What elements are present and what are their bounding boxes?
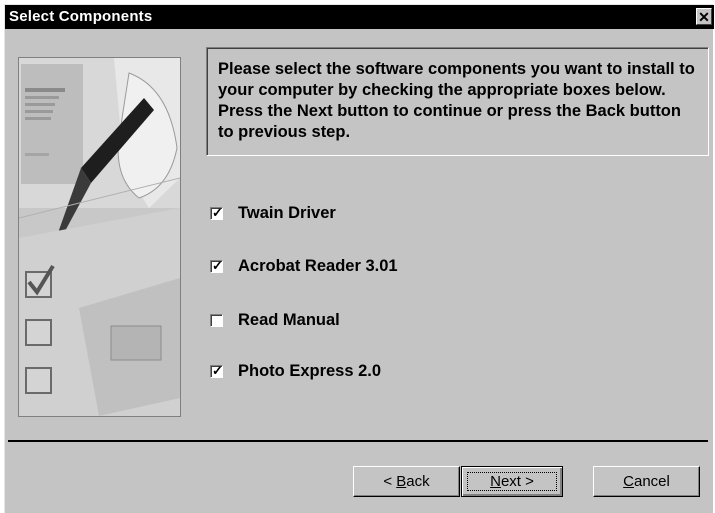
back-mnemonic: B <box>396 473 407 490</box>
check-icon: ✓ <box>212 362 223 378</box>
component-label: Photo Express 2.0 <box>238 361 382 380</box>
select-components-dialog: Select Components ✕ Please select the so… <box>4 4 714 513</box>
component-label: Acrobat Reader 3.01 <box>238 256 398 275</box>
photo-express-checkbox[interactable]: ✓ <box>210 362 223 378</box>
button-separator <box>8 440 708 442</box>
close-button[interactable]: ✕ <box>696 8 712 25</box>
back-label-rest: ack <box>406 473 430 490</box>
component-option-read-manual[interactable]: Read Manual <box>210 310 340 330</box>
instructions-text: Please select the software components yo… <box>218 60 695 141</box>
focus-rectangle <box>467 472 557 491</box>
pen-and-checkboxes-illustration <box>19 58 180 416</box>
check-icon: ✓ <box>212 257 223 273</box>
cancel-label-rest: ancel <box>633 473 670 490</box>
side-illustration <box>18 57 181 417</box>
cancel-button[interactable]: Cancel <box>593 466 700 497</box>
title-bar: Select Components ✕ <box>5 5 714 29</box>
next-button[interactable]: Next > <box>461 466 563 497</box>
window-title: Select Components <box>9 8 153 25</box>
acrobat-reader-checkbox[interactable]: ✓ <box>210 257 223 273</box>
back-arrow: < <box>383 473 397 490</box>
component-option-twain-driver[interactable]: ✓ Twain Driver <box>210 203 336 223</box>
check-icon: ✓ <box>212 204 223 220</box>
component-label: Read Manual <box>238 310 340 329</box>
component-label: Twain Driver <box>238 203 336 222</box>
cancel-mnemonic: C <box>623 473 634 490</box>
twain-driver-checkbox[interactable]: ✓ <box>210 204 223 220</box>
close-icon: ✕ <box>698 9 710 25</box>
component-option-photo-express[interactable]: ✓ Photo Express 2.0 <box>210 361 381 381</box>
component-option-acrobat-reader[interactable]: ✓ Acrobat Reader 3.01 <box>210 256 398 276</box>
instructions-panel: Please select the software components yo… <box>206 47 709 156</box>
read-manual-checkbox[interactable] <box>210 313 223 327</box>
back-button[interactable]: < Back <box>353 466 460 497</box>
